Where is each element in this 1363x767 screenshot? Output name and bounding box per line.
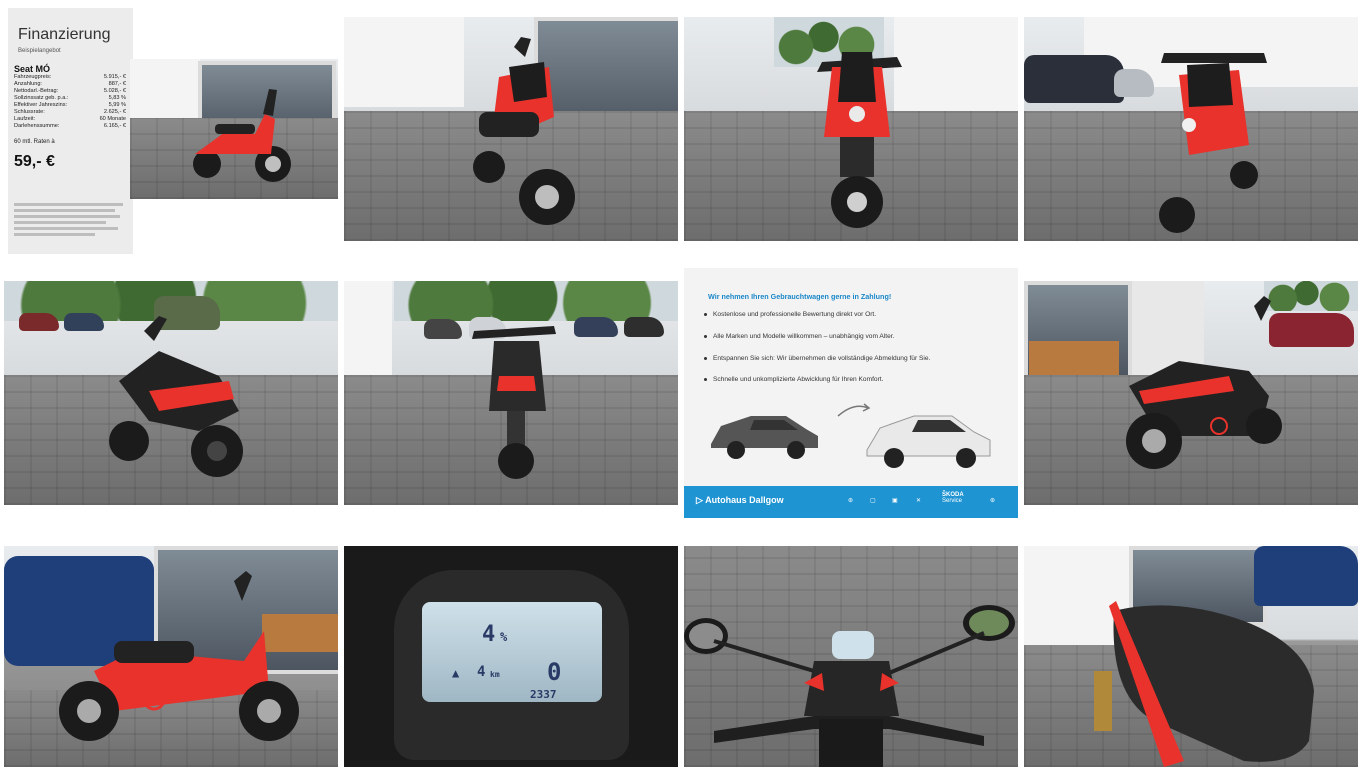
vw-logo-icon: ⊛	[990, 498, 996, 504]
scooter-icon	[472, 326, 556, 479]
tradein-ad-footer: ▷ Autohaus Dallgow ⊛ ▢ ▣ ✕ ŠKODA Service …	[684, 486, 1018, 518]
scooter-icon	[684, 605, 1015, 767]
scooter-icon	[59, 571, 299, 741]
dashboard-display: 4 % ▲ 4 km 0 2337	[422, 602, 602, 702]
brand-logo-icon: ▢	[870, 498, 876, 504]
tradein-ad-tile[interactable]: Wir nehmen Ihren Gebrauchtwagen gerne in…	[684, 268, 1018, 518]
tradein-ad-headline: Wir nehmen Ihren Gebrauchtwagen gerne in…	[708, 292, 892, 301]
scooter-icon	[817, 52, 902, 228]
scooter-icon	[193, 89, 291, 182]
financing-table: Fahrzeugpreis: 5.915,- € Anzahlung: 887,- …	[14, 74, 126, 130]
scooter-icon	[109, 316, 243, 477]
brand-logo-icon: ✕	[916, 498, 922, 504]
skoda-logo: ŠKODA Service	[942, 492, 964, 504]
financing-fine-print	[14, 203, 129, 239]
photo-tile-2[interactable]	[344, 17, 678, 241]
financing-row: Fahrzeugpreis: 5.915,- €	[14, 74, 126, 80]
tradein-ad-bullet: Kostenlose und professionelle Bewertung …	[704, 311, 876, 318]
photo-tile-financing[interactable]: Finanzierung Beispielangebot Seat MÓ Fah…	[4, 4, 338, 254]
financing-subtitle: Beispielangebot	[18, 48, 61, 54]
battery-level: 4	[482, 622, 496, 647]
financing-title: Finanzierung	[18, 26, 111, 43]
vw-logo-icon: ⊛	[848, 498, 854, 504]
photo-tile-4[interactable]	[1024, 17, 1358, 241]
dealer-logo: ▷ Autohaus Dallgow	[696, 495, 784, 505]
photo-tile-6[interactable]	[344, 281, 678, 505]
financing-panel: Finanzierung Beispielangebot Seat MÓ Fah…	[8, 8, 133, 254]
scooter-photo	[130, 59, 338, 199]
financing-model: Seat MÓ	[14, 64, 51, 74]
scooter-icon	[1126, 296, 1282, 469]
tradein-ad-bullet: Entspannen Sie sich: Wir übernehmen die …	[704, 355, 930, 362]
photo-tile-9[interactable]	[4, 546, 338, 767]
photo-tile-5[interactable]	[4, 281, 338, 505]
range-icon: ▲	[452, 666, 460, 680]
financing-row: Anzahlung: 887,- €	[14, 81, 126, 87]
financing-row: Darlehenssumme: 6.165,- €	[14, 123, 126, 129]
dashboard-photo-tile[interactable]: 4 % ▲ 4 km 0 2337	[344, 546, 678, 767]
financing-row: Laufzeit: 60 Monate	[14, 116, 126, 122]
car-icon	[711, 416, 818, 459]
financing-rates-label: 60 mtl. Raten à	[14, 139, 55, 145]
photo-tile-8[interactable]	[1024, 281, 1358, 505]
photo-tile-3[interactable]	[684, 17, 1018, 241]
financing-row: Nettodarl.-Betrag: 5.028,- €	[14, 88, 126, 94]
brand-logo-icon: ▣	[892, 498, 898, 504]
tradein-ad-bullet: Alle Marken und Modelle willkommen – una…	[704, 333, 894, 340]
battery-unit: %	[500, 630, 508, 644]
car-icon	[866, 415, 991, 468]
photo-tile-11[interactable]	[684, 546, 1018, 767]
tradein-ad-bullet: Schnelle und unkomplizierte Abwicklung f…	[704, 376, 883, 383]
financing-monthly-rate: 59,- €	[14, 153, 55, 170]
scooter-icon	[473, 37, 575, 225]
range-unit: km	[490, 670, 500, 679]
photo-tile-12[interactable]	[1024, 546, 1358, 767]
range-value: 4	[477, 664, 486, 680]
financing-row: Schlussrate: 2.625,- €	[14, 109, 126, 115]
scooter-icon	[1094, 601, 1314, 767]
financing-row: Effektiver Jahreszins: 5,99 %	[14, 102, 126, 108]
financing-row: Sollzinssatz geb. p.a.: 5,83 %	[14, 95, 126, 101]
speed-value: 0	[547, 658, 562, 686]
scooter-icon	[1159, 53, 1267, 233]
odometer: 2337	[530, 688, 557, 701]
